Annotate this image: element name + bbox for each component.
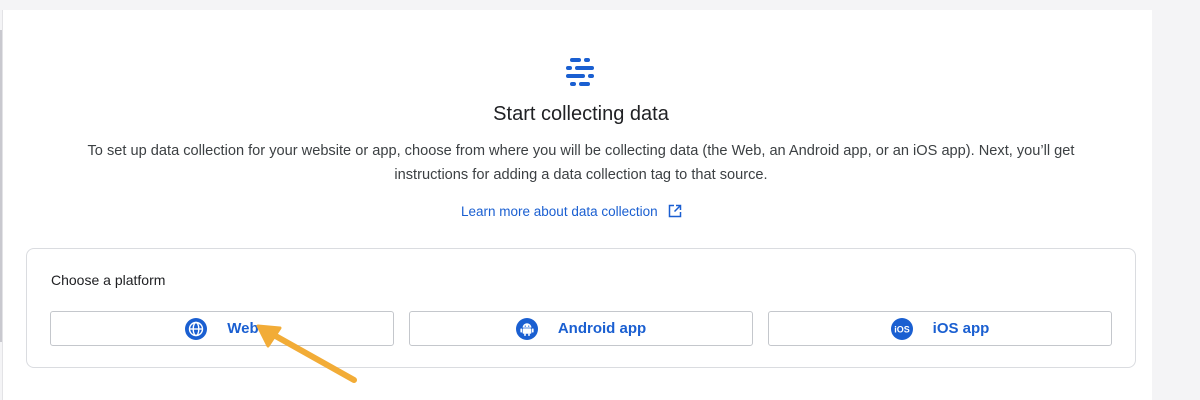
external-link-icon [668, 204, 681, 218]
globe-icon [185, 317, 208, 340]
description-text: To set up data collection for your websi… [87, 143, 1075, 183]
annotation-arrow [256, 324, 357, 383]
data-streams-icon [566, 58, 594, 86]
ios-platform-label: iOS app [932, 320, 990, 337]
page: Start collecting data To set up data col… [0, 0, 1200, 400]
page-title: Start collecting data [493, 103, 669, 125]
ios-platform-button[interactable]: iOS iOS app [768, 311, 1112, 346]
platform-card: Choose a platform Web Android app iOS iO… [26, 248, 1136, 368]
svg-text:iOS: iOS [894, 324, 910, 334]
platform-heading: Choose a platform [51, 272, 166, 288]
learn-more-label: Learn more about data collection [461, 203, 658, 219]
learn-more-link[interactable]: Learn more about data collection [461, 201, 682, 221]
start-collecting-panel: Start collecting data To set up data col… [2, 10, 1152, 400]
android-platform-label: Android app [557, 320, 647, 337]
android-icon [515, 317, 538, 340]
ios-icon: iOS [890, 317, 913, 340]
android-platform-button[interactable]: Android app [409, 311, 753, 346]
